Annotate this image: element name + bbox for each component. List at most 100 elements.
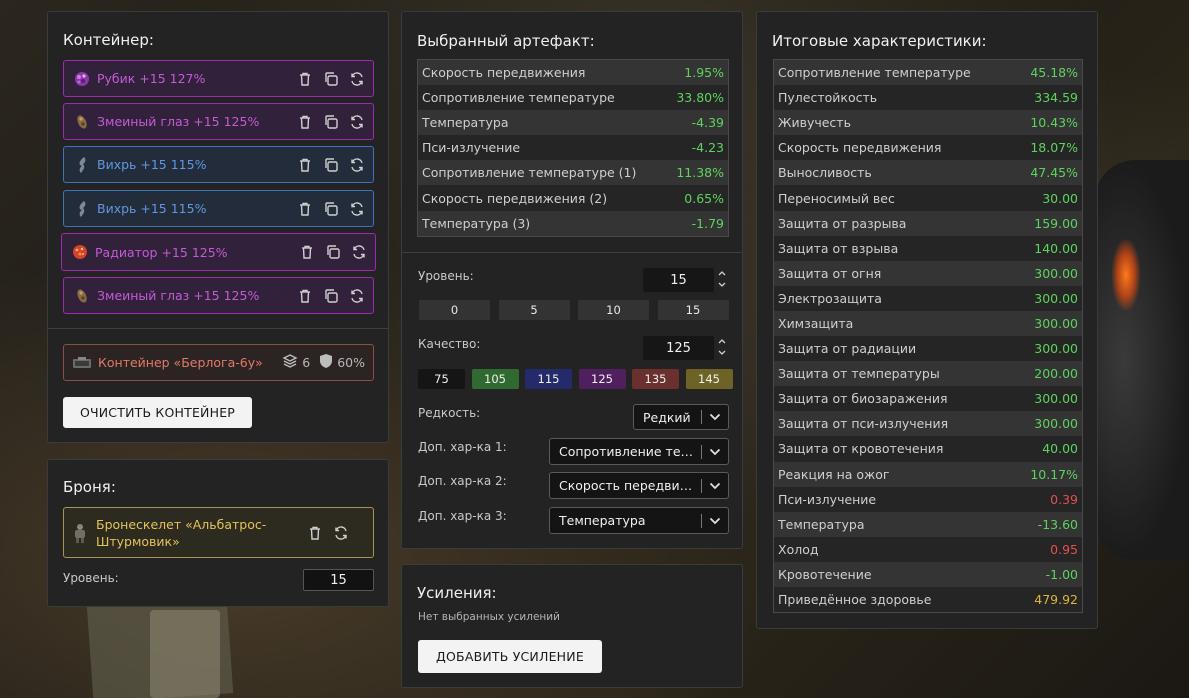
stat-row: Химзащита 300.00	[774, 310, 1082, 337]
stat-name: Защита от разрыва	[778, 215, 907, 231]
replace-icon[interactable]	[348, 113, 365, 130]
stat-name: Скорость передвижения (2)	[422, 190, 608, 206]
chevron-down-icon	[702, 413, 728, 421]
stat-row: Защита от огня 300.00	[774, 260, 1082, 286]
quality-spinner[interactable]	[717, 336, 727, 358]
quality-input[interactable]: 125	[643, 336, 714, 360]
armor-panel: Броня: Бронескелет «Альбатрос-Штурмовик»…	[47, 459, 389, 607]
level-spinner[interactable]	[717, 268, 727, 290]
artefact-item[interactable]: Рубик +15 127%	[63, 60, 374, 97]
stat-value: 0.95	[1050, 541, 1078, 557]
extra3-select[interactable]: Температура	[549, 507, 729, 534]
artefact-stats-table: Скорость передвижения 1.95% Сопротивление …	[417, 59, 729, 237]
stat-row: Защита от радиации 300.00	[774, 336, 1082, 362]
stat-name: Переносимый вес	[778, 190, 895, 206]
stat-name: Кровотечение	[778, 566, 872, 582]
shield-icon	[319, 353, 333, 372]
extra2-select[interactable]: Скорость передвижения	[549, 472, 729, 499]
stat-value: 300.00	[1034, 341, 1078, 357]
stat-row: Температура (3) -1.79	[418, 210, 728, 236]
delete-icon[interactable]	[296, 287, 313, 304]
stat-row: Пулестойкость 334.59	[774, 85, 1082, 111]
armor-item[interactable]: Бронескелет «Альбатрос-Штурмовик»	[63, 507, 374, 558]
extra3-value: Температура	[559, 513, 646, 528]
stat-name: Защита от кровотечения	[778, 441, 944, 457]
replace-icon[interactable]	[348, 200, 365, 217]
delete-icon[interactable]	[296, 113, 313, 130]
delete-icon[interactable]	[296, 70, 313, 87]
replace-icon[interactable]	[350, 244, 367, 261]
extra1-label: Доп. хар-ка 1:	[418, 440, 507, 454]
clear-container-button[interactable]: ОЧИСТИТЬ КОНТЕЙНЕР	[63, 397, 252, 428]
stat-row: Холод 0.95	[774, 536, 1082, 562]
armor-icon	[72, 522, 90, 544]
stat-row: Кровотечение -1.00	[774, 561, 1082, 587]
stat-value: 33.80%	[676, 90, 724, 106]
rarity-select[interactable]: Редкий	[633, 404, 729, 430]
stat-value: 18.07%	[1030, 140, 1078, 156]
level-preset-button[interactable]: 15	[657, 300, 729, 320]
stat-value: 300.00	[1034, 265, 1078, 281]
quality-preset-button[interactable]: 105	[471, 369, 519, 389]
stat-value: -1.00	[1045, 566, 1078, 582]
delete-armor-icon[interactable]	[306, 524, 323, 541]
add-boost-button[interactable]: ДОБАВИТЬ УСИЛЕНИЕ	[418, 640, 602, 673]
quality-preset-button[interactable]: 75	[418, 369, 465, 389]
container-item[interactable]: Контейнер «Берлога-6у» 6 60%	[63, 344, 374, 381]
totals-title: Итоговые характеристики:	[772, 32, 987, 50]
background-flame	[1112, 240, 1140, 310]
artefact-item[interactable]: Змеиный глаз +15 125%	[63, 277, 374, 314]
container-slots: 6	[302, 355, 311, 370]
replace-icon[interactable]	[348, 287, 365, 304]
level-preset-button[interactable]: 0	[419, 300, 490, 320]
artefact-item-name: Вихрь +15 115%	[97, 157, 207, 172]
stat-row: Защита от биозаражения 300.00	[774, 386, 1082, 412]
container-title: Контейнер:	[63, 31, 154, 49]
stat-row: Живучесть 10.43%	[774, 110, 1082, 136]
copy-icon[interactable]	[322, 287, 339, 304]
stat-value: -4.23	[691, 140, 724, 156]
quality-preset-button[interactable]: 135	[632, 369, 679, 389]
replace-icon[interactable]	[348, 70, 365, 87]
artefact-title: Выбранный артефакт:	[417, 32, 595, 50]
copy-icon[interactable]	[324, 244, 341, 261]
stat-name: Сопротивление температуре	[778, 65, 971, 81]
artefact-item-name: Змеиный глаз +15 125%	[97, 114, 260, 129]
stat-row: Скорость передвижения 18.07%	[774, 135, 1082, 161]
copy-icon[interactable]	[322, 113, 339, 130]
extra1-select[interactable]: Сопротивление температуре	[549, 438, 729, 465]
replace-armor-icon[interactable]	[332, 524, 349, 541]
replace-icon[interactable]	[348, 156, 365, 173]
stat-value: 479.92	[1034, 592, 1078, 608]
artefact-item[interactable]: Радиатор +15 125%	[61, 233, 376, 271]
stat-name: Приведённое здоровье	[778, 592, 932, 608]
rubik-icon	[72, 69, 92, 89]
copy-icon[interactable]	[322, 200, 339, 217]
artefact-level-input[interactable]: 15	[643, 268, 714, 292]
quality-preset-button[interactable]: 125	[578, 369, 626, 389]
delete-icon[interactable]	[296, 156, 313, 173]
level-preset-button[interactable]: 5	[498, 300, 570, 320]
radiator-icon	[70, 242, 90, 262]
artefact-level-label: Уровень:	[418, 269, 474, 283]
quality-preset-button[interactable]: 115	[525, 369, 572, 389]
boosts-panel: Усиления: Нет выбранных усилений ДОБАВИТ…	[401, 564, 743, 688]
stat-value: 300.00	[1034, 391, 1078, 407]
stat-row: Защита от кровотечения 40.00	[774, 436, 1082, 462]
whirl-icon	[72, 199, 92, 219]
stat-value: 300.00	[1034, 290, 1078, 306]
copy-icon[interactable]	[322, 70, 339, 87]
stat-value: 10.43%	[1030, 115, 1078, 131]
stat-name: Температура	[778, 516, 865, 532]
level-preset-button[interactable]: 10	[578, 300, 649, 320]
copy-icon[interactable]	[322, 156, 339, 173]
stat-name: Пси-излучение	[778, 491, 877, 507]
stat-name: Температура	[422, 115, 509, 131]
delete-icon[interactable]	[296, 200, 313, 217]
artefact-item[interactable]: Вихрь +15 115%	[63, 146, 374, 183]
delete-icon[interactable]	[298, 244, 315, 261]
artefact-item[interactable]: Вихрь +15 115%	[63, 190, 374, 227]
quality-preset-button[interactable]: 145	[685, 369, 733, 389]
armor-level-input[interactable]: 15	[303, 569, 374, 591]
artefact-item[interactable]: Змеиный глаз +15 125%	[63, 103, 374, 140]
